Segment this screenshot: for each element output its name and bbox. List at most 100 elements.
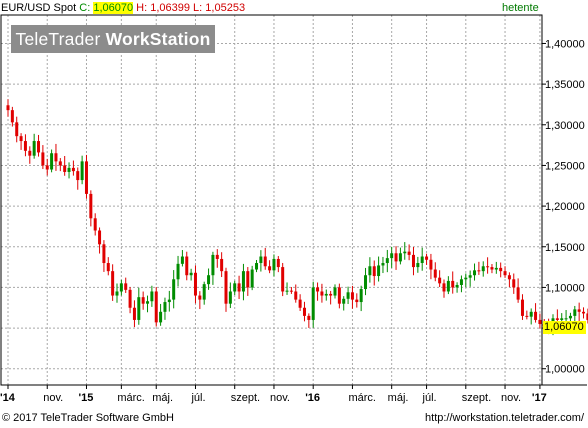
x-tick-label: '15 (78, 392, 93, 404)
candle-body (316, 287, 320, 292)
candle-body (468, 275, 472, 278)
candle-body (58, 161, 62, 166)
candle-body (455, 284, 459, 288)
candle-down (84, 154, 88, 199)
candle-body (272, 258, 276, 271)
y-tick-label: 1,15000 (545, 242, 585, 254)
x-tick-label: nov. (43, 392, 63, 404)
candle-body (41, 152, 45, 166)
candle-body (568, 315, 572, 319)
x-tick-label: '14 (0, 392, 16, 404)
y-tick-label: 1,35000 (545, 79, 585, 91)
candle-body (150, 291, 154, 302)
candle-body (333, 287, 337, 296)
candle-body (520, 299, 524, 316)
candle-body (538, 319, 542, 325)
x-tick-label: márc. (348, 392, 376, 404)
candle-body (176, 263, 180, 280)
x-tick-label: '17 (532, 392, 547, 404)
candle-body (477, 270, 481, 272)
last-price-box: 1,06070 (543, 321, 586, 334)
candle-body (37, 141, 41, 153)
y-tick-label: 1,25000 (545, 160, 585, 172)
x-tick-label: nov. (270, 392, 290, 404)
candle-body (119, 283, 123, 292)
candle-body (89, 193, 93, 219)
candle-body (529, 311, 533, 317)
candle-body (486, 266, 490, 268)
candle-body (220, 258, 224, 272)
candle-body (159, 311, 163, 323)
candle-body (359, 289, 363, 303)
candle-body (494, 267, 498, 270)
candle-body (80, 161, 84, 181)
candle-body (381, 263, 385, 266)
candle-body (385, 258, 389, 264)
candle-body (364, 275, 368, 290)
high-value: 1,06399 (150, 2, 190, 14)
candle-body (512, 279, 516, 288)
watermark-part2: WorkStation (105, 29, 211, 49)
candle-body (411, 254, 415, 268)
candle-body (71, 167, 75, 172)
candle-body (577, 309, 581, 312)
candle-body (425, 256, 429, 260)
candle-body (534, 311, 538, 320)
low-value: 1,05253 (205, 2, 246, 14)
x-tick-label: júl. (190, 392, 205, 404)
candle-body (390, 253, 394, 259)
candle-body (490, 267, 494, 270)
candle-body (228, 291, 232, 304)
candle-body (172, 279, 176, 300)
candle-body (6, 105, 10, 111)
candle-body (276, 258, 280, 268)
candle-body (320, 291, 324, 296)
candle-body (67, 167, 71, 172)
candle-body (23, 141, 27, 151)
candle-body (45, 165, 49, 170)
y-tick-label: 1,30000 (545, 120, 585, 132)
candle-body (106, 263, 110, 272)
candle-body (124, 283, 128, 290)
close-value: 1,06070 (93, 2, 134, 14)
candle-body (525, 315, 529, 317)
candle-body (241, 271, 245, 292)
candle-body (433, 269, 437, 278)
candle-body (259, 256, 263, 264)
candle-body (337, 287, 341, 304)
candle-body (163, 302, 167, 312)
candle-body (111, 271, 115, 296)
candle-body (93, 218, 97, 231)
candle-body (368, 266, 372, 276)
candle-body (207, 275, 211, 285)
candle-body (342, 298, 346, 304)
candle-body (407, 251, 411, 255)
candle-body (189, 272, 193, 276)
candle-body (115, 291, 119, 296)
x-tick-label: máj. (388, 392, 409, 404)
candle-body (32, 141, 36, 156)
candle-body (141, 297, 145, 304)
candle-down (582, 307, 586, 319)
watermark-logo: TeleTrader WorkStation (11, 25, 215, 53)
x-tick-label: szept. (231, 392, 260, 404)
candle-body (346, 292, 350, 299)
candle-body (237, 283, 241, 292)
candle-body (516, 287, 520, 300)
candle-body (503, 271, 507, 276)
high-label: H: (136, 2, 148, 14)
candle-body (255, 263, 259, 270)
x-tick-label: júl. (422, 392, 437, 404)
close-label: C: (79, 2, 91, 14)
y-tick-label: 1,10000 (545, 282, 585, 294)
candle-down (281, 262, 285, 297)
candle-body (84, 161, 88, 194)
candle-body (555, 318, 559, 320)
source-url: http://workstation.teletrader.com/ (425, 412, 584, 424)
candle-body (233, 283, 237, 292)
x-tick-label: nov. (501, 392, 521, 404)
candle-body (128, 289, 132, 308)
candle-body (398, 253, 402, 262)
candle-body (464, 277, 468, 280)
x-tick-label: máj. (152, 392, 173, 404)
